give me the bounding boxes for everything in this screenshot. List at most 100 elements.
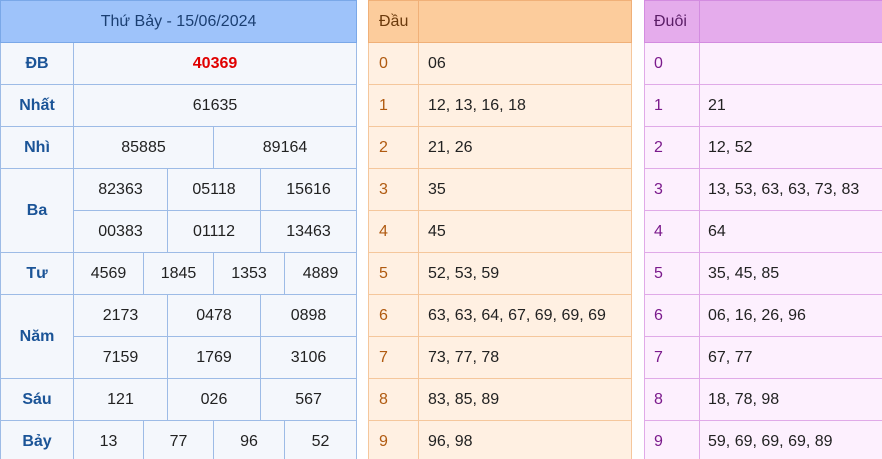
ba-value: 13463 [259,210,358,253]
dau-digit: 7 [368,336,419,379]
dau-digit: 8 [368,378,419,421]
dau-header-blank [418,0,632,43]
prize-label-bay: Bảy [0,420,74,459]
ba-value: 01112 [167,210,261,253]
dau-values: 52, 53, 59 [418,252,632,295]
dau-digit: 9 [368,420,419,459]
duoi-row: 3 13, 53, 63, 63, 73, 83 [644,168,882,211]
duoi-row: 6 06, 16, 26, 96 [644,294,882,337]
dau-values: 06 [418,42,632,85]
dau-row: 6 63, 63, 64, 67, 69, 69, 69 [368,294,632,337]
duoi-digit: 0 [644,42,700,85]
tu-value: 4889 [283,252,358,295]
duoi-row: 8 18, 78, 98 [644,378,882,421]
duoi-digit: 2 [644,126,700,169]
dau-values: 45 [418,210,632,253]
prize-label-nam: Năm [0,294,74,379]
sau-value: 567 [259,378,358,421]
bay-value: 96 [213,420,285,459]
ba-value: 82363 [73,168,168,211]
duoi-row: 9 59, 69, 69, 69, 89 [644,420,882,459]
duoi-row: 5 35, 45, 85 [644,252,882,295]
dau-row: 2 21, 26 [368,126,632,169]
prize-label-tu: Tư [0,252,74,295]
dau-digit: 1 [368,84,419,127]
special-prize-value: 40369 [72,42,358,85]
dau-row: 0 06 [368,42,632,85]
duoi-row: 1 21 [644,84,882,127]
duoi-digit: 4 [644,210,700,253]
bay-value: 77 [143,420,214,459]
row-tu: Tư 4569 1845 1353 4889 [0,252,358,295]
duoi-values: 59, 69, 69, 69, 89 [699,420,882,459]
dau-values: 96, 98 [418,420,632,459]
row-ba: Ba 82363 05118 15616 [0,168,358,253]
ba-value: 00383 [73,210,168,253]
duoi-values: 18, 78, 98 [699,378,882,421]
dau-digit: 6 [368,294,419,337]
nhat-value: 61635 [72,84,358,127]
dau-row: 3 35 [368,168,632,211]
duoi-row: 0 [644,42,882,85]
nam-value: 1769 [167,336,261,379]
dau-values: 21, 26 [418,126,632,169]
row-nhat: Nhất 61635 [0,84,358,127]
tu-value: 1845 [143,252,214,295]
duoi-values: 64 [699,210,882,253]
prize-label-nhat: Nhất [0,84,74,127]
duoi-digit: 1 [644,84,700,127]
duoi-digit: 3 [644,168,700,211]
nam-value: 2173 [73,294,168,337]
row-bay: Bảy 13 77 96 52 [0,420,358,459]
nhi-value: 85885 [73,126,214,169]
duoi-values: 12, 52 [699,126,882,169]
dau-values: 12, 13, 16, 18 [418,84,632,127]
bay-value: 52 [283,420,358,459]
tu-value: 4569 [73,252,144,295]
duoi-digit: 9 [644,420,700,459]
duoi-digit: 7 [644,336,700,379]
dau-digit: 2 [368,126,419,169]
nam-value: 0898 [259,294,358,337]
nam-value: 7159 [73,336,168,379]
dau-digit: 4 [368,210,419,253]
sau-value: 121 [73,378,168,421]
dau-header: Đầu [368,0,419,43]
sau-value: 026 [167,378,261,421]
duoi-digit: 6 [644,294,700,337]
duoi-table: Đuôi 0 1 21 2 12, 52 3 13, 53, 63, 63, 73, 83 4… [644,0,882,459]
tu-value: 1353 [213,252,285,295]
dau-digit: 5 [368,252,419,295]
nam-value: 0478 [167,294,261,337]
duoi-digit: 8 [644,378,700,421]
dau-row: 5 52, 53, 59 [368,252,632,295]
duoi-values: 35, 45, 85 [699,252,882,295]
results-table: Thứ Bảy - 15/06/2024 ĐB 40369 Nhất 61635… [0,0,358,459]
dau-values: 63, 63, 64, 67, 69, 69, 69 [418,294,632,337]
dau-row: 7 73, 77, 78 [368,336,632,379]
dau-row: 4 45 [368,210,632,253]
duoi-row: 2 12, 52 [644,126,882,169]
duoi-values: 67, 77 [699,336,882,379]
prize-label-nhi: Nhì [0,126,74,169]
row-db: ĐB 40369 [0,42,358,85]
duoi-header: Đuôi [644,0,700,43]
dau-row: 1 12, 13, 16, 18 [368,84,632,127]
dau-digit: 0 [368,42,419,85]
nhi-value: 89164 [212,126,358,169]
bay-value: 13 [73,420,144,459]
row-sau: Sáu 121 026 567 [0,378,358,421]
duoi-digit: 5 [644,252,700,295]
prize-label-ba: Ba [0,168,74,253]
dau-values: 83, 85, 89 [418,378,632,421]
prize-label-sau: Sáu [0,378,74,421]
duoi-values: 06, 16, 26, 96 [699,294,882,337]
dau-row: 9 96, 98 [368,420,632,459]
duoi-values: 13, 53, 63, 63, 73, 83 [699,168,882,211]
row-nam: Năm 2173 0478 0898 [0,294,358,379]
ba-value: 05118 [167,168,261,211]
prize-label-db: ĐB [0,42,74,85]
results-date-title: Thứ Bảy - 15/06/2024 [0,0,358,43]
duoi-row: 4 64 [644,210,882,253]
dau-table: Đầu 0 06 1 12, 13, 16, 18 2 21, 26 3 35 4 45 5 52, … [368,0,632,459]
